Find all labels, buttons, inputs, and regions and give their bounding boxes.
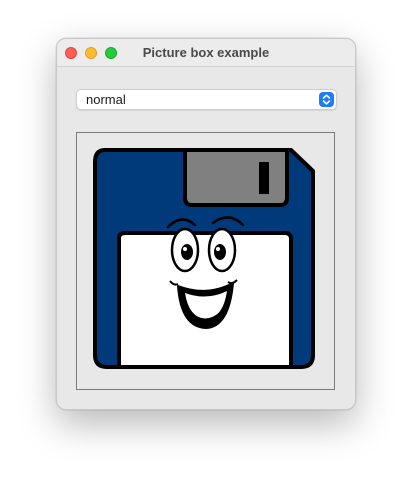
title-bar[interactable]: Picture box example: [57, 39, 355, 67]
app-window: Picture box example normal: [56, 38, 356, 410]
size-mode-select[interactable]: normal: [76, 89, 337, 110]
floppy-disk-smiley-image: [93, 148, 315, 369]
size-mode-value: normal: [86, 92, 126, 107]
picture-box: [76, 132, 335, 390]
chevron-up-down-icon: [319, 92, 334, 107]
window-title: Picture box example: [142, 45, 270, 60]
